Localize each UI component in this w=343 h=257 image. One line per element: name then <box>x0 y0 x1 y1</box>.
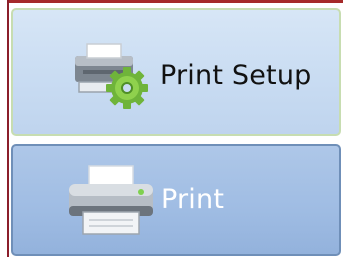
printer-icon <box>65 162 157 242</box>
panel-top-border <box>0 0 343 3</box>
printer-gear-icon <box>69 42 159 114</box>
panel-left-border <box>0 0 9 257</box>
print-label: Print <box>161 184 225 215</box>
print-setup-label: Print Setup <box>160 60 312 91</box>
print-menu-panel: Print Setup Print <box>0 0 343 257</box>
print-setup-button[interactable]: Print Setup <box>11 8 341 136</box>
print-button[interactable]: Print <box>11 144 341 256</box>
